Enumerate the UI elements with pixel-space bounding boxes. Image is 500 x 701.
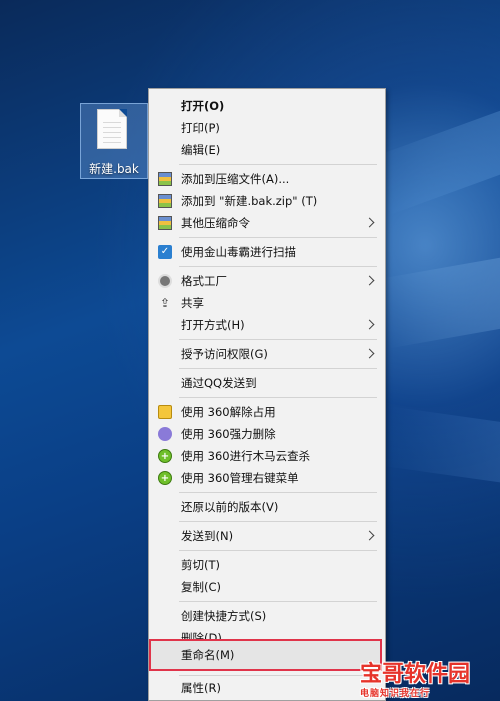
menu-item-copy[interactable]: 复制(C) bbox=[149, 576, 385, 598]
menu-separator bbox=[179, 397, 377, 398]
menu-item-edit[interactable]: 编辑(E) bbox=[149, 139, 385, 161]
menu-item-360-force-delete[interactable]: 使用 360强力删除 bbox=[149, 423, 385, 445]
document-icon bbox=[97, 109, 127, 149]
submenu-arrow-icon bbox=[364, 217, 375, 228]
desktop-file-icon-selected[interactable]: 新建.bak bbox=[80, 103, 148, 179]
menu-item-open[interactable]: 打开(O) bbox=[149, 95, 385, 117]
kingsoft-antivirus-icon: ✓ bbox=[158, 245, 172, 259]
context-menu: 打开(O) 打印(P) 编辑(E) 添加到压缩文件(A)... 添加到 "新建.… bbox=[148, 88, 386, 701]
desktop-file-label: 新建.bak bbox=[89, 162, 139, 176]
wallpaper-light-beam bbox=[381, 406, 500, 494]
menu-item-rename[interactable]: 重命名(M) bbox=[149, 644, 385, 666]
winrar-archive-icon bbox=[158, 172, 172, 186]
menu-item-kingsoft-scan[interactable]: ✓ 使用金山毒霸进行扫描 bbox=[149, 241, 385, 263]
menu-item-print[interactable]: 打印(P) bbox=[149, 117, 385, 139]
winrar-archive-icon bbox=[158, 194, 172, 208]
menu-separator bbox=[179, 339, 377, 340]
360-security-icon: + bbox=[158, 449, 172, 463]
menu-separator bbox=[179, 164, 377, 165]
winrar-archive-icon bbox=[158, 216, 172, 230]
menu-item-properties[interactable]: 属性(R) bbox=[149, 677, 385, 699]
menu-item-add-to-archive[interactable]: 添加到压缩文件(A)... bbox=[149, 168, 385, 190]
wallpaper-light-beam bbox=[366, 84, 500, 216]
menu-item-grant-access[interactable]: 授予访问权限(G) bbox=[149, 343, 385, 365]
menu-item-share[interactable]: ⇪ 共享 bbox=[149, 292, 385, 314]
menu-separator bbox=[179, 237, 377, 238]
site-watermark-logo: 宝哥软件园 电脑知识我在行 bbox=[360, 662, 471, 699]
360-shredder-icon bbox=[158, 427, 172, 441]
menu-separator bbox=[179, 550, 377, 551]
menu-item-open-with[interactable]: 打开方式(H) bbox=[149, 314, 385, 336]
menu-item-create-shortcut[interactable]: 创建快捷方式(S) bbox=[149, 605, 385, 627]
submenu-arrow-icon bbox=[364, 275, 375, 286]
submenu-arrow-icon bbox=[364, 530, 375, 541]
submenu-arrow-icon bbox=[364, 348, 375, 359]
menu-item-360-trojan-scan[interactable]: + 使用 360进行木马云查杀 bbox=[149, 445, 385, 467]
menu-separator bbox=[179, 675, 377, 676]
menu-item-360-unlock[interactable]: 使用 360解除占用 bbox=[149, 401, 385, 423]
menu-separator bbox=[179, 266, 377, 267]
menu-item-other-compress[interactable]: 其他压缩命令 bbox=[149, 212, 385, 234]
menu-separator bbox=[179, 368, 377, 369]
menu-item-send-via-qq[interactable]: 通过QQ发送到 bbox=[149, 372, 385, 394]
menu-separator bbox=[179, 492, 377, 493]
menu-item-restore-previous[interactable]: 还原以前的版本(V) bbox=[149, 496, 385, 518]
menu-item-format-factory[interactable]: 格式工厂 bbox=[149, 270, 385, 292]
menu-item-cut[interactable]: 剪切(T) bbox=[149, 554, 385, 576]
menu-item-add-to-zip[interactable]: 添加到 "新建.bak.zip" (T) bbox=[149, 190, 385, 212]
360-security-icon: + bbox=[158, 471, 172, 485]
menu-separator bbox=[179, 601, 377, 602]
wallpaper-light-beam bbox=[375, 241, 500, 349]
format-factory-icon bbox=[158, 274, 172, 288]
share-icon: ⇪ bbox=[159, 296, 171, 310]
menu-item-send-to[interactable]: 发送到(N) bbox=[149, 525, 385, 547]
submenu-arrow-icon bbox=[364, 319, 375, 330]
menu-separator bbox=[179, 521, 377, 522]
menu-item-360-manage-menu[interactable]: + 使用 360管理右键菜单 bbox=[149, 467, 385, 489]
360-unlock-icon bbox=[158, 405, 172, 419]
